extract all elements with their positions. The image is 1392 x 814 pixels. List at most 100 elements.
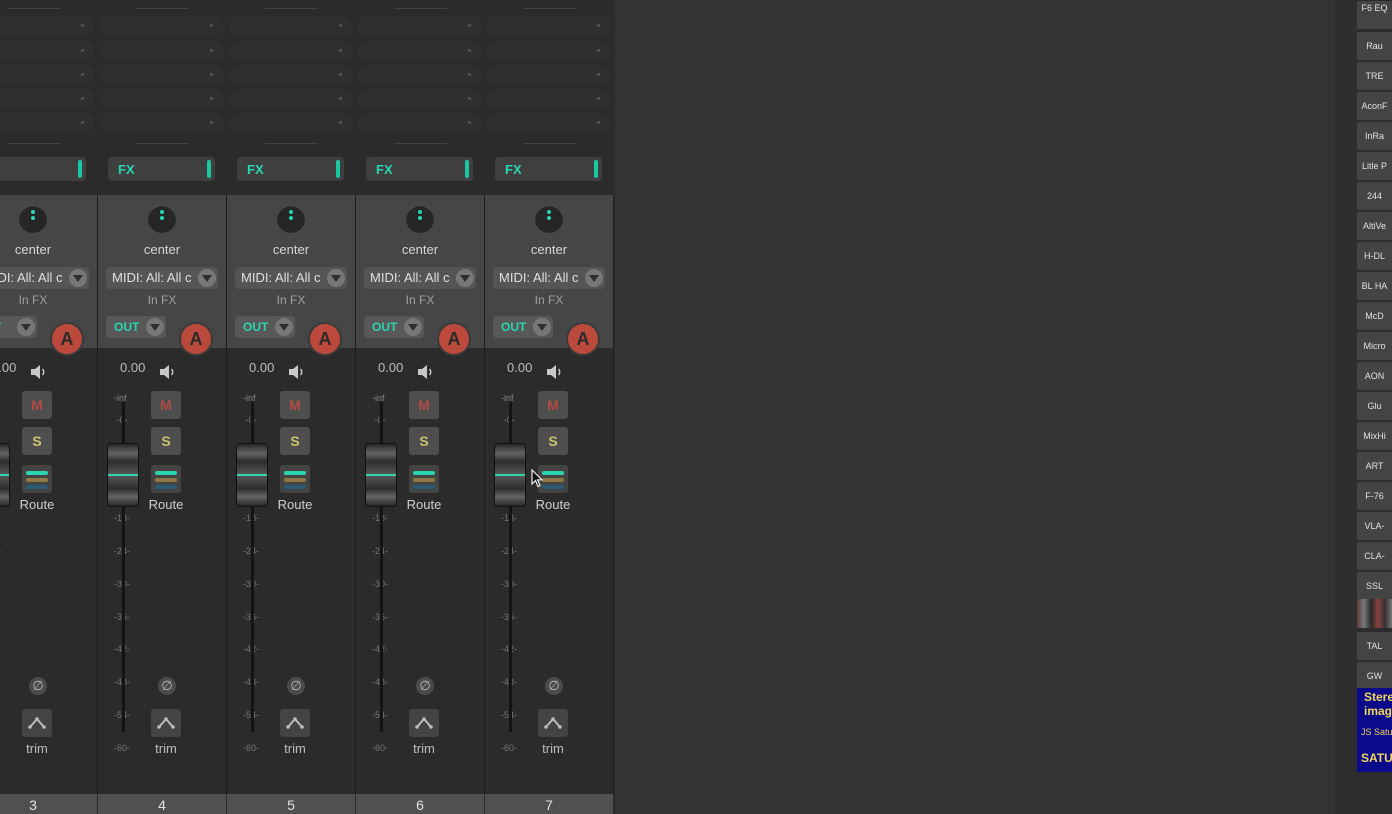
- track-number[interactable]: 3: [0, 794, 97, 814]
- plugin-item[interactable]: TRE: [1357, 61, 1392, 90]
- phase-invert-icon[interactable]: ∅: [158, 677, 176, 695]
- fx-button[interactable]: FX: [108, 157, 215, 181]
- in-fx-label[interactable]: In FX: [356, 293, 484, 307]
- volume-fader[interactable]: [366, 444, 396, 506]
- dropdown-arrow-icon[interactable]: [146, 318, 164, 336]
- plugin-item[interactable]: AltiVe: [1357, 211, 1392, 240]
- solo-button[interactable]: S: [538, 427, 568, 455]
- dropdown-arrow-icon[interactable]: [327, 269, 345, 287]
- plugin-item[interactable]: 244: [1357, 181, 1392, 210]
- record-arm-button[interactable]: A: [439, 324, 469, 354]
- plugin-item[interactable]: AON: [1357, 361, 1392, 390]
- speaker-icon[interactable]: [546, 364, 564, 380]
- plugin-item[interactable]: F-76: [1357, 481, 1392, 510]
- in-fx-label[interactable]: In FX: [227, 293, 355, 307]
- speaker-icon[interactable]: [159, 364, 177, 380]
- output-button[interactable]: UT: [0, 316, 37, 338]
- mute-button[interactable]: M: [22, 391, 52, 419]
- pan-knob-icon[interactable]: [148, 205, 176, 233]
- volume-fader[interactable]: [0, 444, 9, 506]
- dropdown-arrow-icon[interactable]: [404, 318, 422, 336]
- midi-input-select[interactable]: MIDI: All: All c: [235, 267, 347, 289]
- plugin-item-stereo-imager[interactable]: Stere imag JS Satu SATU: [1357, 688, 1392, 772]
- in-fx-label[interactable]: In FX: [485, 293, 613, 307]
- pan-knob-icon[interactable]: [277, 205, 305, 233]
- output-button[interactable]: OUT: [235, 316, 295, 338]
- pan-knob-icon[interactable]: [535, 205, 563, 233]
- plugin-item[interactable]: H-DL: [1357, 241, 1392, 270]
- fx-button[interactable]: FX: [366, 157, 473, 181]
- volume-fader[interactable]: [108, 444, 138, 506]
- fx-button[interactable]: FX: [495, 157, 602, 181]
- fx-slot[interactable]: [229, 113, 352, 133]
- mute-button[interactable]: M: [151, 391, 181, 419]
- fx-slot[interactable]: [229, 41, 352, 61]
- speaker-icon[interactable]: [30, 364, 48, 380]
- plugin-item[interactable]: SSL: [1357, 571, 1392, 600]
- panel-divider[interactable]: [1335, 0, 1357, 814]
- plugin-item[interactable]: Glu: [1357, 391, 1392, 420]
- midi-input-select[interactable]: MIDI: All: All c: [493, 267, 605, 289]
- fx-slot[interactable]: [100, 65, 223, 85]
- volume-fader[interactable]: [237, 444, 267, 506]
- dropdown-arrow-icon[interactable]: [275, 318, 293, 336]
- automation-mode-label[interactable]: trim: [267, 741, 323, 756]
- phase-invert-icon[interactable]: ∅: [287, 677, 305, 695]
- envelope-button[interactable]: [538, 709, 568, 737]
- fx-slot[interactable]: [100, 113, 223, 133]
- fx-slot[interactable]: [229, 16, 352, 36]
- plugin-item[interactable]: CLA-: [1357, 541, 1392, 570]
- fx-slot[interactable]: [0, 41, 94, 61]
- output-button[interactable]: OUT: [493, 316, 553, 338]
- solo-button[interactable]: S: [22, 427, 52, 455]
- fx-slot[interactable]: [0, 16, 94, 36]
- plugin-item[interactable]: TAL: [1357, 631, 1392, 660]
- plugin-item[interactable]: GW: [1357, 661, 1392, 690]
- plugin-item[interactable]: F6 EQ: [1357, 0, 1392, 29]
- fx-slot[interactable]: [100, 41, 223, 61]
- speaker-icon[interactable]: [417, 364, 435, 380]
- plugin-item[interactable]: VLA-: [1357, 511, 1392, 540]
- envelope-button[interactable]: [409, 709, 439, 737]
- in-fx-label[interactable]: In FX: [0, 293, 97, 307]
- midi-input-select[interactable]: MIDI: All: All c: [0, 267, 89, 289]
- envelope-button[interactable]: [280, 709, 310, 737]
- plugin-item[interactable]: ART: [1357, 451, 1392, 480]
- fx-slot[interactable]: [358, 113, 481, 133]
- fx-slot[interactable]: [0, 113, 94, 133]
- midi-input-select[interactable]: MIDI: All: All c: [106, 267, 218, 289]
- in-fx-label[interactable]: In FX: [98, 293, 226, 307]
- fx-slot[interactable]: [0, 65, 94, 85]
- plugin-item[interactable]: Rau: [1357, 31, 1392, 60]
- plugin-item[interactable]: MixHi: [1357, 421, 1392, 450]
- plugin-item[interactable]: AconF: [1357, 91, 1392, 120]
- fx-slot[interactable]: [229, 65, 352, 85]
- fx-slot[interactable]: [100, 16, 223, 36]
- mute-button[interactable]: M: [538, 391, 568, 419]
- dropdown-arrow-icon[interactable]: [456, 269, 474, 287]
- dropdown-arrow-icon[interactable]: [17, 318, 35, 336]
- speaker-icon[interactable]: [288, 364, 306, 380]
- plugin-item[interactable]: BL HA: [1357, 271, 1392, 300]
- track-number[interactable]: 7: [485, 794, 613, 814]
- fx-slot[interactable]: [487, 41, 610, 61]
- phase-invert-icon[interactable]: ∅: [29, 677, 47, 695]
- automation-mode-label[interactable]: trim: [525, 741, 581, 756]
- midi-input-select[interactable]: MIDI: All: All c: [364, 267, 476, 289]
- fx-slot[interactable]: [487, 113, 610, 133]
- fx-button[interactable]: FX: [237, 157, 344, 181]
- phase-invert-icon[interactable]: ∅: [545, 677, 563, 695]
- envelope-button[interactable]: [151, 709, 181, 737]
- pan-knob-icon[interactable]: [19, 205, 47, 233]
- fx-slot[interactable]: [358, 65, 481, 85]
- dropdown-arrow-icon[interactable]: [198, 269, 216, 287]
- pan-knob-icon[interactable]: [406, 205, 434, 233]
- fx-slot[interactable]: [100, 89, 223, 109]
- output-button[interactable]: OUT: [364, 316, 424, 338]
- fx-slot[interactable]: [487, 89, 610, 109]
- plugin-item[interactable]: McD: [1357, 301, 1392, 330]
- plugin-item[interactable]: Micro: [1357, 331, 1392, 360]
- solo-button[interactable]: S: [409, 427, 439, 455]
- phase-invert-icon[interactable]: ∅: [416, 677, 434, 695]
- route-icon[interactable]: [22, 465, 52, 493]
